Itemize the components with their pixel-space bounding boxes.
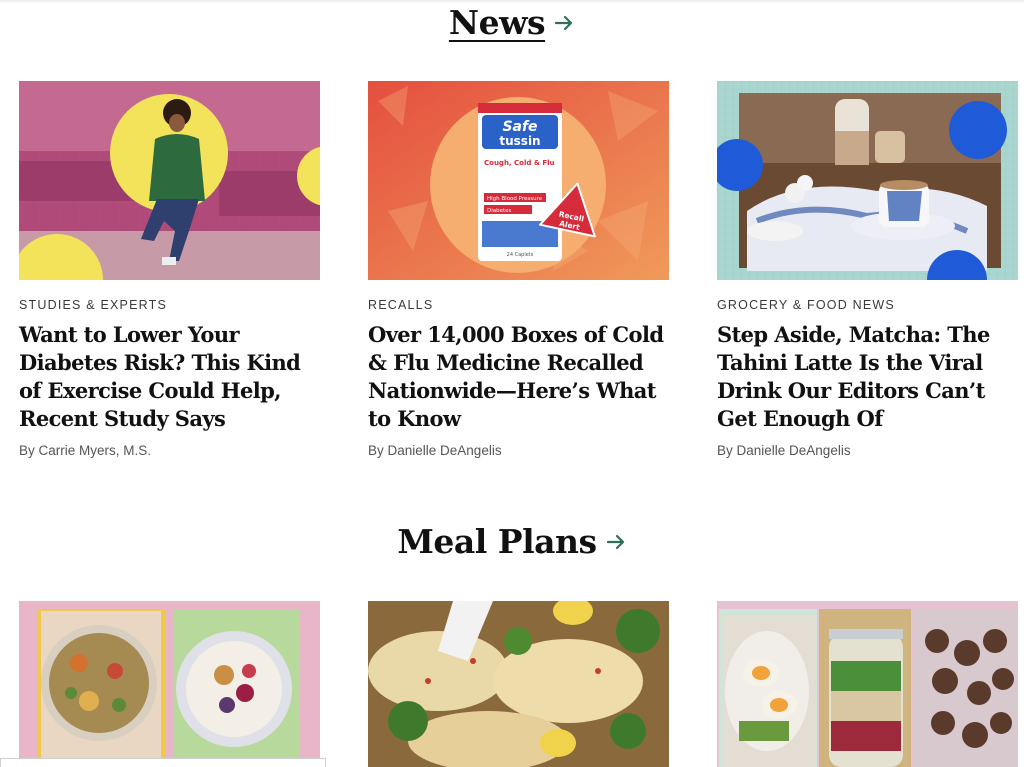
news-headline[interactable]: Over 14,000 Boxes of Cold & Flu Medicine… (368, 321, 669, 433)
product-text: Cough, Cold & Flu (484, 159, 555, 167)
bottom-overlay-tab (0, 758, 326, 767)
news-title: News (448, 3, 546, 42)
meal-plans-title: Meal Plans (397, 522, 597, 561)
meal-plan-card[interactable] (717, 601, 1018, 767)
news-card-image[interactable] (19, 81, 320, 280)
meal-plans-section-link[interactable]: Meal Plans (397, 522, 626, 561)
news-kicker[interactable]: STUDIES & EXPERTS (19, 298, 320, 312)
meal-plan-card-image[interactable] (717, 601, 1018, 767)
news-section-link[interactable]: News (449, 3, 575, 42)
news-kicker[interactable]: RECALLS (368, 298, 669, 312)
news-kicker[interactable]: GROCERY & FOOD NEWS (717, 298, 1018, 312)
news-section-heading: News (0, 3, 1024, 42)
meal-plan-card[interactable] (368, 601, 669, 767)
brand-bottom-text: tussin (499, 134, 540, 148)
meal-plan-card-image[interactable] (19, 601, 320, 767)
news-card[interactable]: GROCERY & FOOD NEWS Step Aside, Matcha: … (717, 81, 1018, 458)
news-byline: By Danielle DeAngelis (368, 443, 502, 458)
meal-plans-section-heading: Meal Plans (0, 522, 1024, 561)
news-card-image[interactable]: Safe tussin Cough, Cold & Flu High Blood… (368, 81, 669, 280)
diabetes-text: Diabetes (487, 208, 512, 214)
news-card[interactable]: Safe tussin Cough, Cold & Flu High Blood… (368, 81, 669, 458)
arrow-right-icon (606, 534, 624, 549)
meal-plan-card[interactable] (19, 601, 320, 767)
hbp-text: High Blood Pressure (487, 196, 543, 202)
count-text: 24 Caplets (507, 252, 534, 258)
news-headline[interactable]: Want to Lower Your Diabetes Risk? This K… (19, 321, 320, 433)
meal-plan-card-image[interactable] (368, 601, 669, 767)
brand-top-text: Safe (502, 119, 537, 135)
news-headline[interactable]: Step Aside, Matcha: The Tahini Latte Is … (717, 321, 1018, 433)
news-byline: By Danielle DeAngelis (717, 443, 851, 458)
news-card[interactable]: STUDIES & EXPERTS Want to Lower Your Dia… (19, 81, 320, 458)
arrow-right-icon (554, 15, 573, 30)
news-byline: By Carrie Myers, M.S. (19, 443, 152, 458)
news-card-image[interactable] (717, 81, 1018, 280)
